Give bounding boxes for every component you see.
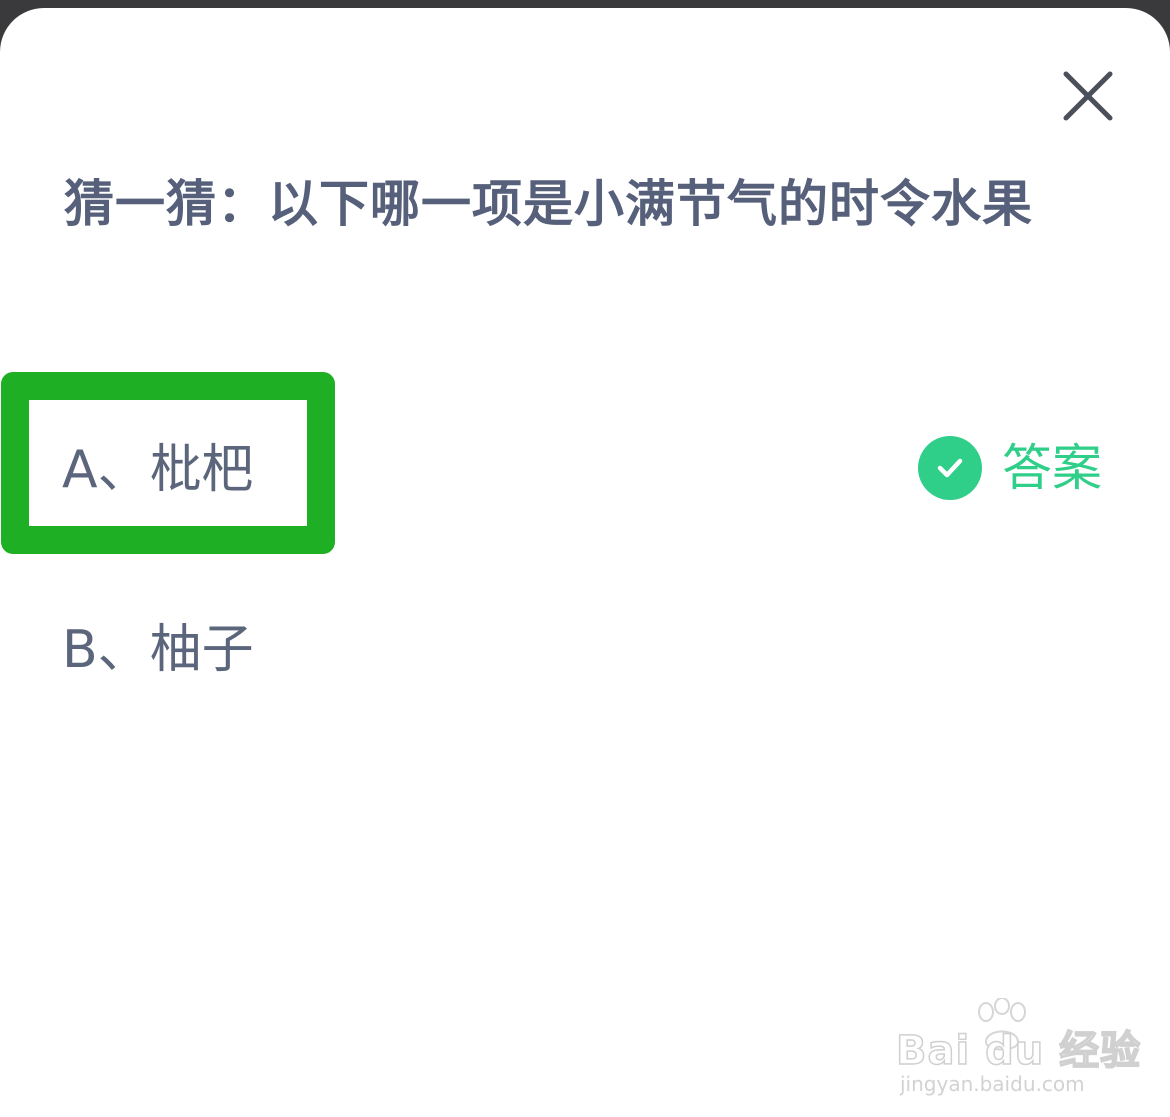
option-a[interactable]: A、枇杷 — [62, 438, 254, 502]
close-button[interactable] — [1058, 66, 1118, 126]
watermark-url: jingyan.baidu.com — [900, 1072, 1085, 1096]
answer-label: 答案 — [1002, 439, 1102, 497]
question-text: 猜一猜：以下哪一项是小满节气的时令水果 — [64, 175, 1033, 233]
quiz-popup: 猜一猜：以下哪一项是小满节气的时令水果 A、枇杷 答案 B、柚子 Bai du … — [0, 8, 1170, 1117]
watermark-brand: Bai du 经验 — [895, 1027, 1142, 1075]
answer-button[interactable]: 答案 — [918, 436, 1102, 500]
close-icon[interactable] — [1058, 66, 1118, 126]
option-b[interactable]: B、柚子 — [62, 618, 254, 682]
check-circle-icon — [918, 436, 982, 500]
baidu-jingyan-watermark: Bai du 经验 jingyan.baidu.com — [895, 998, 1141, 1108]
